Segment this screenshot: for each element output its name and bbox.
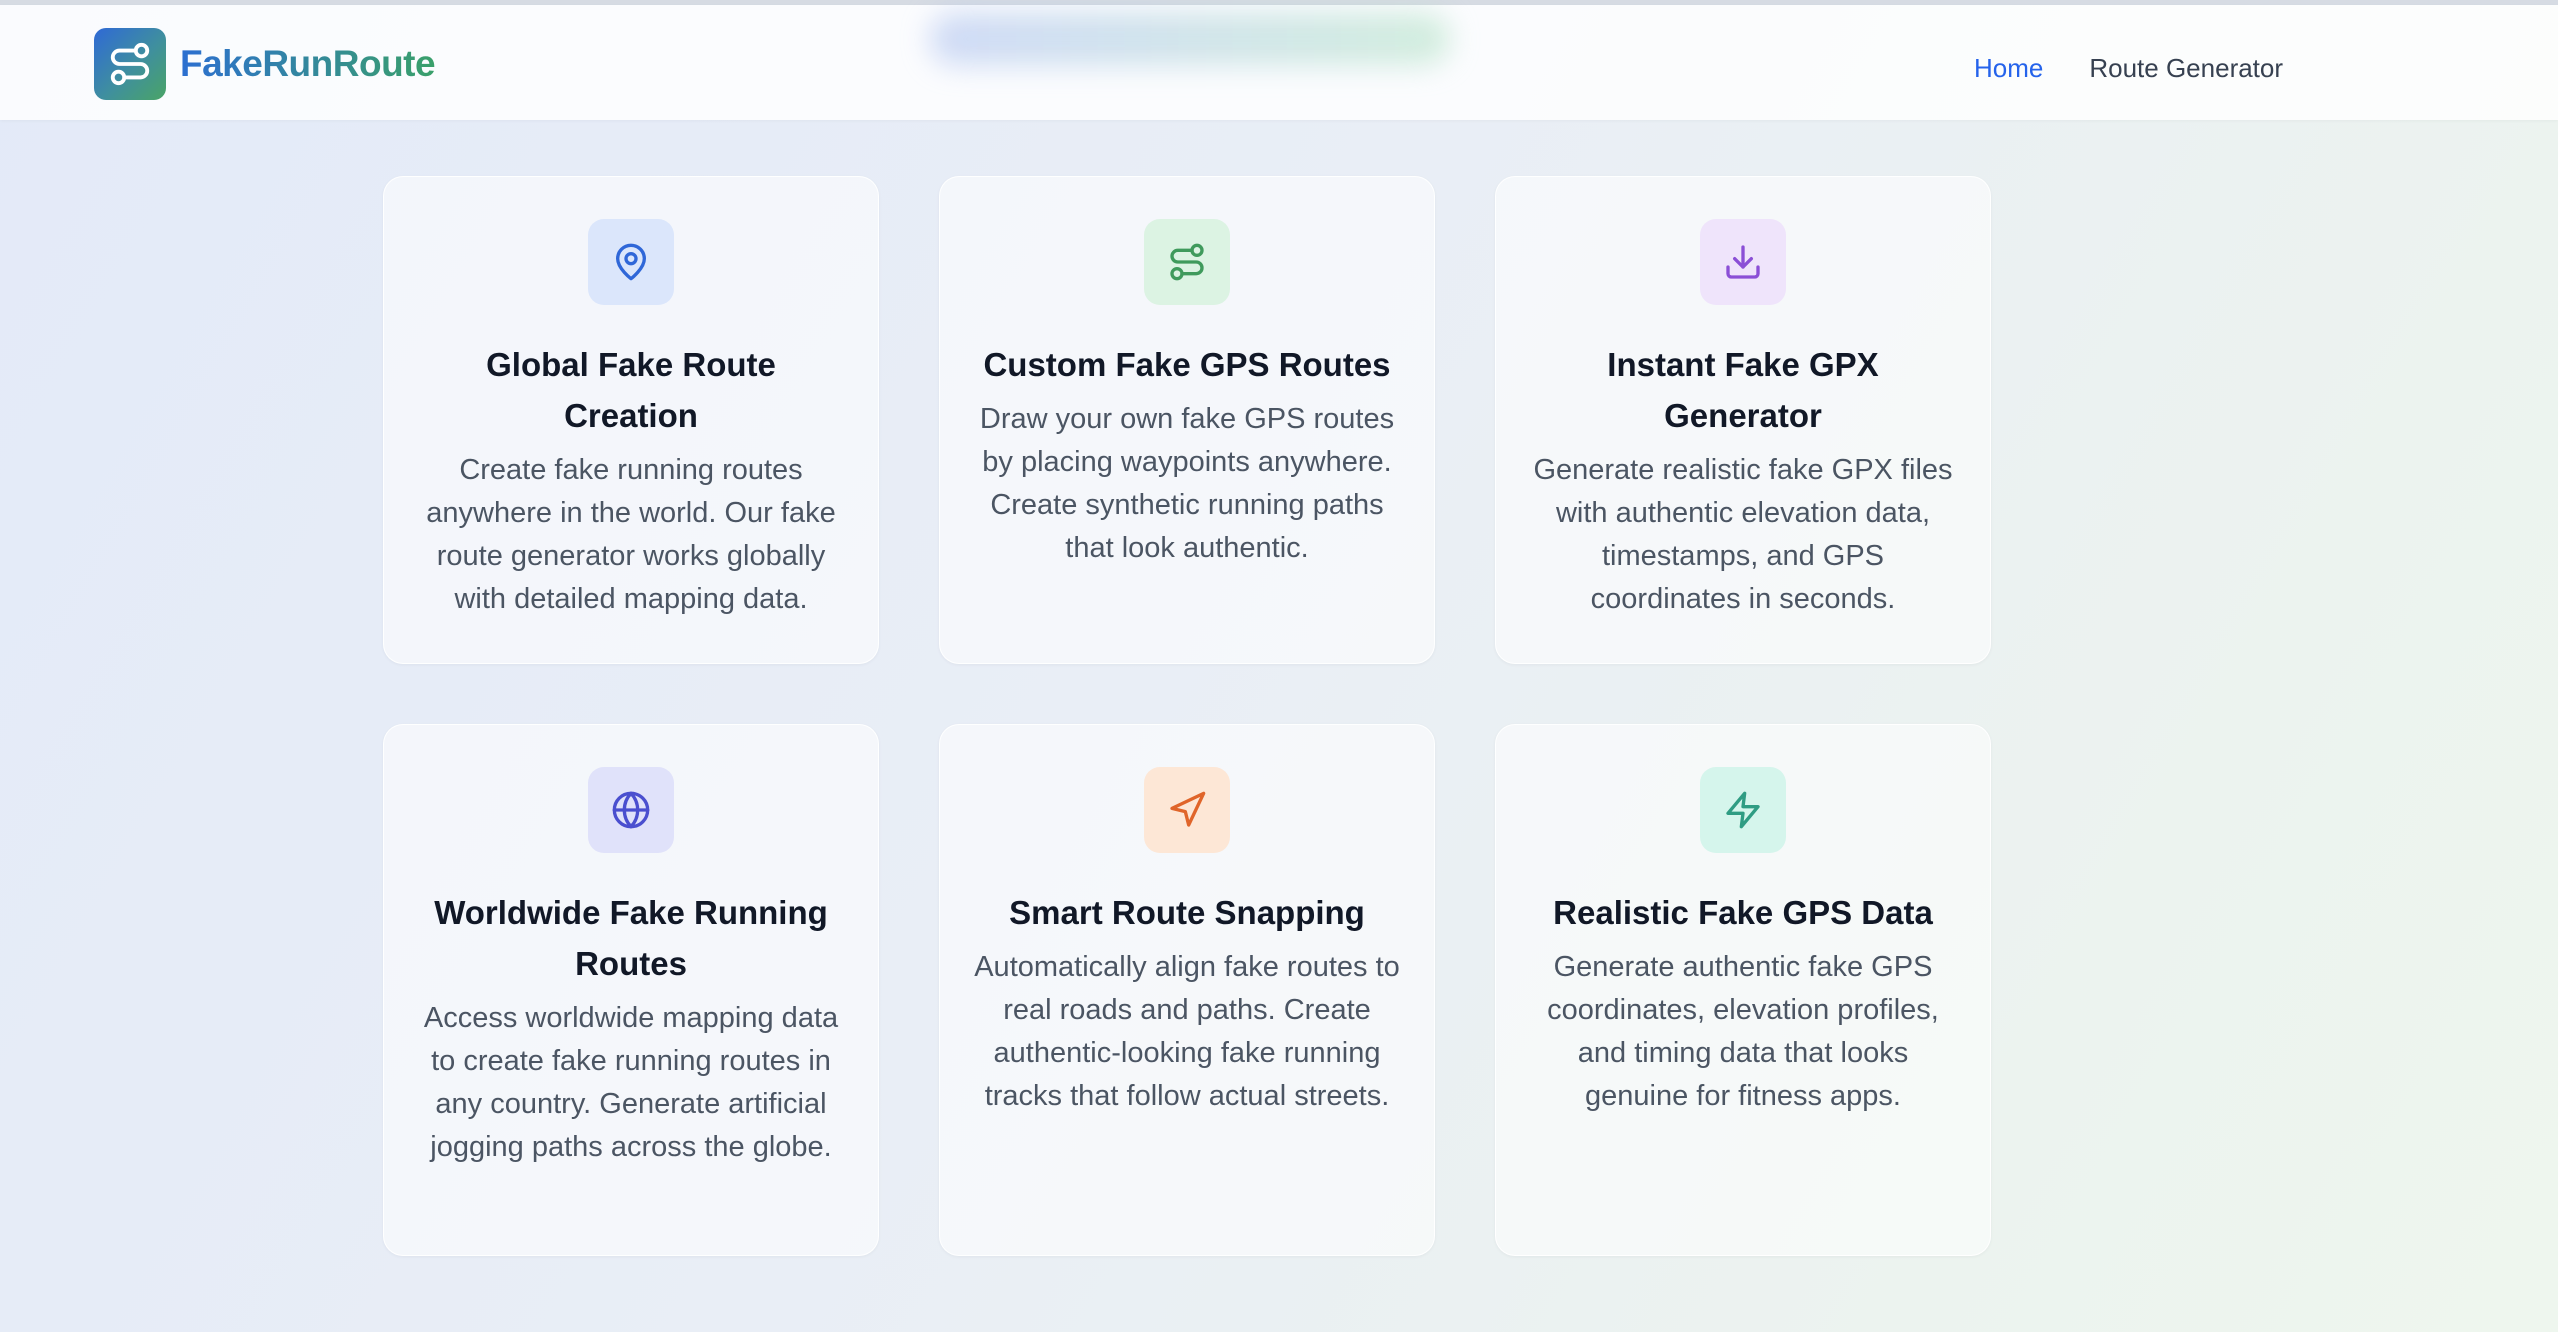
feature-title: Instant Fake GPX Generator <box>1607 346 1879 434</box>
feature-description: Draw your own fake GPS routes by placing… <box>979 403 1395 564</box>
feature-card-route-snapping: Smart Route Snapping Automatically align… <box>939 724 1435 1256</box>
feature-card-realistic-gps-data: Realistic Fake GPS Data Generate authent… <box>1495 724 1991 1256</box>
nav-link-home[interactable]: Home <box>1974 53 2043 84</box>
lightning-icon <box>1700 767 1786 853</box>
feature-title: Realistic Fake GPS Data <box>1553 894 1933 931</box>
feature-description: Automatically align fake routes to real … <box>974 951 1400 1112</box>
feature-title: Global Fake Route Creation <box>486 346 776 434</box>
feature-card-gpx-generator: Instant Fake GPX Generator Generate real… <box>1495 176 1991 664</box>
feature-title: Smart Route Snapping <box>1009 894 1365 931</box>
feature-card-worldwide-routes: Worldwide Fake Running Routes Access wor… <box>383 724 879 1256</box>
feature-card-global-route-creation: Global Fake Route Creation Create fake r… <box>383 176 879 664</box>
route-icon <box>94 28 166 100</box>
map-pin-icon <box>588 219 674 305</box>
feature-title: Worldwide Fake Running Routes <box>434 894 828 982</box>
nav-link-route-generator[interactable]: Route Generator <box>2089 53 2283 84</box>
download-icon <box>1700 219 1786 305</box>
decorative-blur <box>930 13 1450 65</box>
navigation-icon <box>1144 767 1230 853</box>
brand-name: FakeRunRoute <box>180 43 436 84</box>
feature-card-custom-gps-routes: Custom Fake GPS Routes Draw your own fak… <box>939 176 1435 664</box>
globe-icon <box>588 767 674 853</box>
site-header: FakeRunRoute Home Route Generator <box>0 5 2558 120</box>
features-grid: Global Fake Route Creation Create fake r… <box>383 176 1991 1256</box>
brand-logo-link[interactable]: FakeRunRoute <box>94 28 436 100</box>
feature-description: Generate realistic fake GPX files with a… <box>1533 454 1953 615</box>
feature-description: Access worldwide mapping data to create … <box>423 1002 839 1163</box>
feature-description: Generate authentic fake GPS coordinates,… <box>1547 951 1939 1112</box>
feature-title: Custom Fake GPS Routes <box>983 346 1391 383</box>
main-nav: Home Route Generator <box>1974 53 2283 84</box>
feature-description: Create fake running routes anywhere in t… <box>426 454 836 615</box>
route-icon <box>1144 219 1230 305</box>
